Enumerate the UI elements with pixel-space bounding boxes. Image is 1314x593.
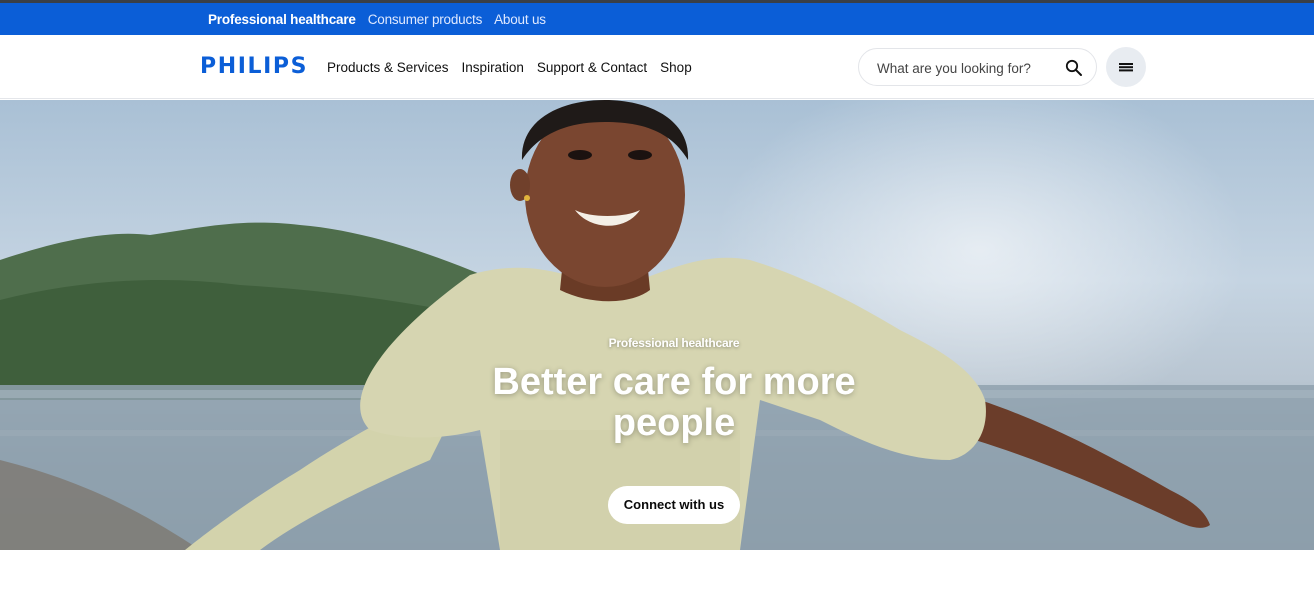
- nav-item-shop[interactable]: Shop: [660, 60, 692, 75]
- utility-link-professional-healthcare[interactable]: Professional healthcare: [208, 12, 356, 27]
- utility-nav: Professional healthcare Consumer product…: [208, 3, 546, 35]
- main-header: PHILIPS Products & Services Inspiration …: [0, 35, 1314, 99]
- search-icon: [1065, 59, 1082, 76]
- search-button[interactable]: [1060, 54, 1088, 82]
- hero-title: Better care for more people: [492, 361, 856, 444]
- nav-item-inspiration[interactable]: Inspiration: [462, 60, 524, 75]
- main-nav: Products & Services Inspiration Support …: [327, 35, 692, 99]
- utility-link-about-us[interactable]: About us: [494, 12, 546, 27]
- connect-with-us-button[interactable]: Connect with us: [607, 486, 741, 524]
- hero-banner: Professional healthcare Better care for …: [0, 100, 1314, 550]
- utility-link-consumer-products[interactable]: Consumer products: [368, 12, 483, 27]
- utility-bar: Professional healthcare Consumer product…: [0, 3, 1314, 35]
- hamburger-menu-icon: [1119, 63, 1133, 72]
- menu-button[interactable]: [1106, 47, 1146, 87]
- hero-content: Professional healthcare Better care for …: [457, 336, 891, 524]
- hero-eyebrow: Professional healthcare: [608, 336, 740, 350]
- philips-logo[interactable]: PHILIPS: [200, 54, 308, 79]
- search-box: [858, 48, 1097, 86]
- nav-item-support-contact[interactable]: Support & Contact: [537, 60, 647, 75]
- nav-item-products-services[interactable]: Products & Services: [327, 60, 449, 75]
- search-input[interactable]: [877, 58, 1057, 78]
